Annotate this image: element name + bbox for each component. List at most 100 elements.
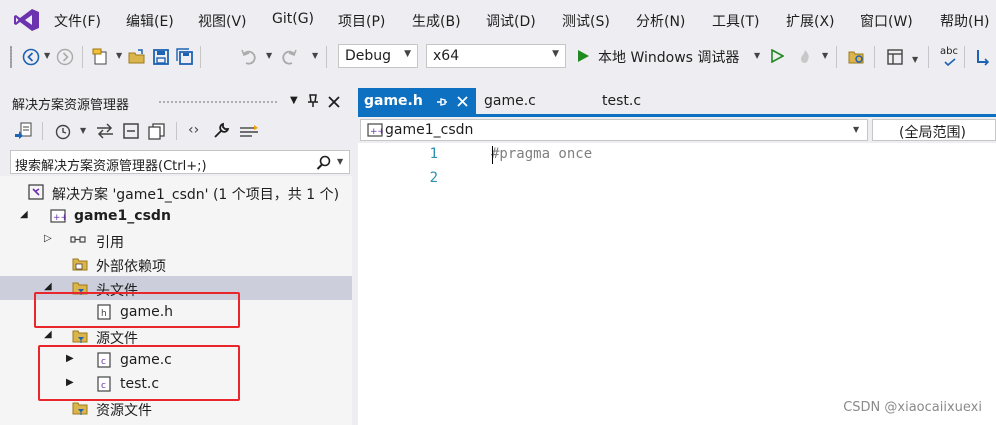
project-label: game1_csdn bbox=[74, 208, 171, 224]
tree-item-external-dependencies[interactable]: 外部依赖项 bbox=[0, 252, 352, 276]
svg-text:++: ++ bbox=[370, 127, 383, 137]
expanded-arrow-icon[interactable]: ◢ bbox=[44, 281, 52, 292]
run-dropdown-arrow-icon[interactable]: ▼ bbox=[754, 51, 760, 60]
hot-reload-icon[interactable] bbox=[796, 48, 814, 66]
watermark: CSDN @xiaocaiixuexi bbox=[843, 400, 982, 415]
close-tab-icon[interactable] bbox=[457, 96, 468, 107]
menu-help[interactable]: 帮助(H) bbox=[940, 11, 989, 31]
menu-project[interactable]: 项目(P) bbox=[338, 11, 385, 31]
sync-with-active-document-icon[interactable] bbox=[96, 123, 114, 139]
filter-dropdown-arrow-icon[interactable]: ▼ bbox=[80, 126, 86, 135]
highlight-box-header bbox=[34, 292, 240, 328]
platform-dropdown[interactable]: x64 ▼ bbox=[426, 44, 566, 68]
panel-drag-grip[interactable] bbox=[158, 100, 278, 104]
chevron-down-icon: ▼ bbox=[853, 125, 860, 134]
menu-extensions[interactable]: 扩展(X) bbox=[786, 11, 835, 31]
redo-dropdown-arrow-icon[interactable]: ▼ bbox=[312, 51, 318, 60]
preview-selected-items-icon[interactable] bbox=[238, 124, 260, 138]
tab-game-h-label: game.h bbox=[364, 93, 423, 109]
save-icon[interactable] bbox=[152, 48, 170, 66]
search-icon[interactable] bbox=[316, 155, 332, 171]
toolbar-grip[interactable] bbox=[10, 46, 12, 68]
search-options-arrow-icon[interactable]: ▼ bbox=[337, 157, 343, 166]
references-icon bbox=[70, 236, 86, 243]
code-view-icon[interactable]: ‹› bbox=[188, 122, 199, 138]
new-project-icon[interactable] bbox=[92, 48, 110, 66]
external-dependencies-label: 外部依赖项 bbox=[96, 259, 166, 275]
solution-label: 解决方案 'game1_csdn' (1 个项目，共 1 个) bbox=[52, 187, 340, 203]
new-dropdown-arrow-icon[interactable]: ▼ bbox=[116, 51, 122, 60]
start-without-debugging-icon[interactable] bbox=[770, 49, 784, 63]
spell-check-icon[interactable]: abc bbox=[940, 46, 958, 57]
tab-test-c[interactable]: test.c bbox=[588, 88, 696, 114]
pin-icon[interactable] bbox=[307, 94, 319, 108]
forward-icon[interactable] bbox=[56, 48, 74, 66]
tab-strip-accent-bar bbox=[358, 114, 996, 117]
hot-reload-dropdown-arrow-icon[interactable]: ▼ bbox=[822, 51, 828, 60]
play-icon[interactable] bbox=[576, 49, 590, 63]
toolbar-separator bbox=[874, 46, 875, 68]
tab-game-h[interactable]: game.h bbox=[358, 88, 476, 114]
code-line[interactable]: #pragma once bbox=[491, 146, 592, 162]
menu-test[interactable]: 测试(S) bbox=[562, 11, 610, 31]
scope-navigation-dropdown[interactable]: (全局范围) bbox=[872, 119, 996, 141]
expanded-arrow-icon[interactable]: ◢ bbox=[44, 329, 52, 340]
start-debugging-button[interactable]: 本地 Windows 调试器 bbox=[598, 47, 739, 67]
close-icon[interactable] bbox=[328, 96, 340, 108]
expanded-arrow-icon[interactable]: ◢ bbox=[20, 209, 28, 220]
menu-file[interactable]: 文件(F) bbox=[54, 11, 101, 31]
pin-tab-icon[interactable] bbox=[436, 96, 448, 108]
platform-value: x64 bbox=[433, 48, 460, 64]
menu-view[interactable]: 视图(V) bbox=[198, 11, 247, 31]
svg-text:++: ++ bbox=[53, 213, 66, 223]
navbar-project-label: game1_csdn bbox=[385, 122, 474, 138]
tree-item-solution[interactable]: 解决方案 'game1_csdn' (1 个项目，共 1 个) bbox=[0, 180, 352, 204]
switch-views-icon[interactable] bbox=[14, 122, 34, 140]
configuration-dropdown[interactable]: Debug ▼ bbox=[338, 44, 418, 68]
filter-folder-icon bbox=[72, 402, 88, 415]
tree-item-references[interactable]: ▷ 引用 bbox=[0, 228, 352, 252]
open-folder-icon[interactable] bbox=[128, 48, 146, 66]
menu-analyze[interactable]: 分析(N) bbox=[636, 11, 685, 31]
resource-files-label: 资源文件 bbox=[96, 403, 152, 419]
cpp-project-icon: ++ bbox=[50, 209, 66, 223]
checkmark-icon bbox=[944, 58, 956, 66]
project-navigation-dropdown[interactable]: ++ game1_csdn ▼ bbox=[360, 119, 868, 141]
browse-folder-icon[interactable] bbox=[848, 48, 866, 66]
back-icon[interactable] bbox=[22, 48, 40, 66]
menu-git[interactable]: Git(G) bbox=[272, 11, 314, 27]
step-into-icon[interactable] bbox=[974, 48, 992, 66]
panel-options-icon[interactable]: ▼ bbox=[290, 95, 298, 106]
external-dependencies-icon bbox=[72, 258, 88, 271]
layout-dropdown-arrow-icon[interactable]: ▼ bbox=[912, 55, 918, 64]
menu-tools[interactable]: 工具(T) bbox=[712, 11, 759, 31]
text-caret bbox=[492, 146, 493, 164]
filter-folder-icon bbox=[72, 330, 88, 343]
redo-icon[interactable] bbox=[280, 48, 298, 66]
back-dropdown-arrow-icon[interactable]: ▼ bbox=[44, 51, 50, 60]
toolbar-separator bbox=[176, 122, 177, 140]
menu-edit[interactable]: 编辑(E) bbox=[126, 11, 174, 31]
search-placeholder: 搜索解决方案资源管理器(Ctrl+;) bbox=[15, 159, 207, 174]
tab-game-c[interactable]: game.c bbox=[476, 88, 588, 114]
toolbar-separator bbox=[326, 46, 327, 68]
solution-explorer-search-input[interactable]: 搜索解决方案资源管理器(Ctrl+;) ▼ bbox=[10, 150, 350, 174]
show-all-files-icon[interactable] bbox=[148, 122, 166, 140]
pending-changes-filter-icon[interactable] bbox=[54, 122, 72, 140]
menu-window[interactable]: 窗口(W) bbox=[860, 11, 913, 31]
undo-dropdown-arrow-icon[interactable]: ▼ bbox=[266, 51, 272, 60]
collapse-all-icon[interactable] bbox=[122, 122, 140, 140]
menu-debug[interactable]: 调试(D) bbox=[486, 11, 536, 31]
save-all-icon[interactable] bbox=[176, 48, 194, 66]
toolbar-separator bbox=[928, 46, 929, 68]
code-editor[interactable] bbox=[358, 143, 996, 425]
collapsed-arrow-icon[interactable]: ▷ bbox=[44, 233, 52, 244]
properties-wrench-icon[interactable] bbox=[212, 122, 230, 140]
tab-test-c-label: test.c bbox=[602, 93, 642, 109]
layout-icon[interactable] bbox=[886, 48, 904, 66]
navbar-scope-label: (全局范围) bbox=[899, 125, 966, 141]
undo-icon[interactable] bbox=[240, 48, 258, 66]
chevron-down-icon: ▼ bbox=[552, 49, 559, 59]
tree-item-project[interactable]: ◢ ++ game1_csdn bbox=[0, 204, 352, 228]
menu-build[interactable]: 生成(B) bbox=[412, 11, 461, 31]
